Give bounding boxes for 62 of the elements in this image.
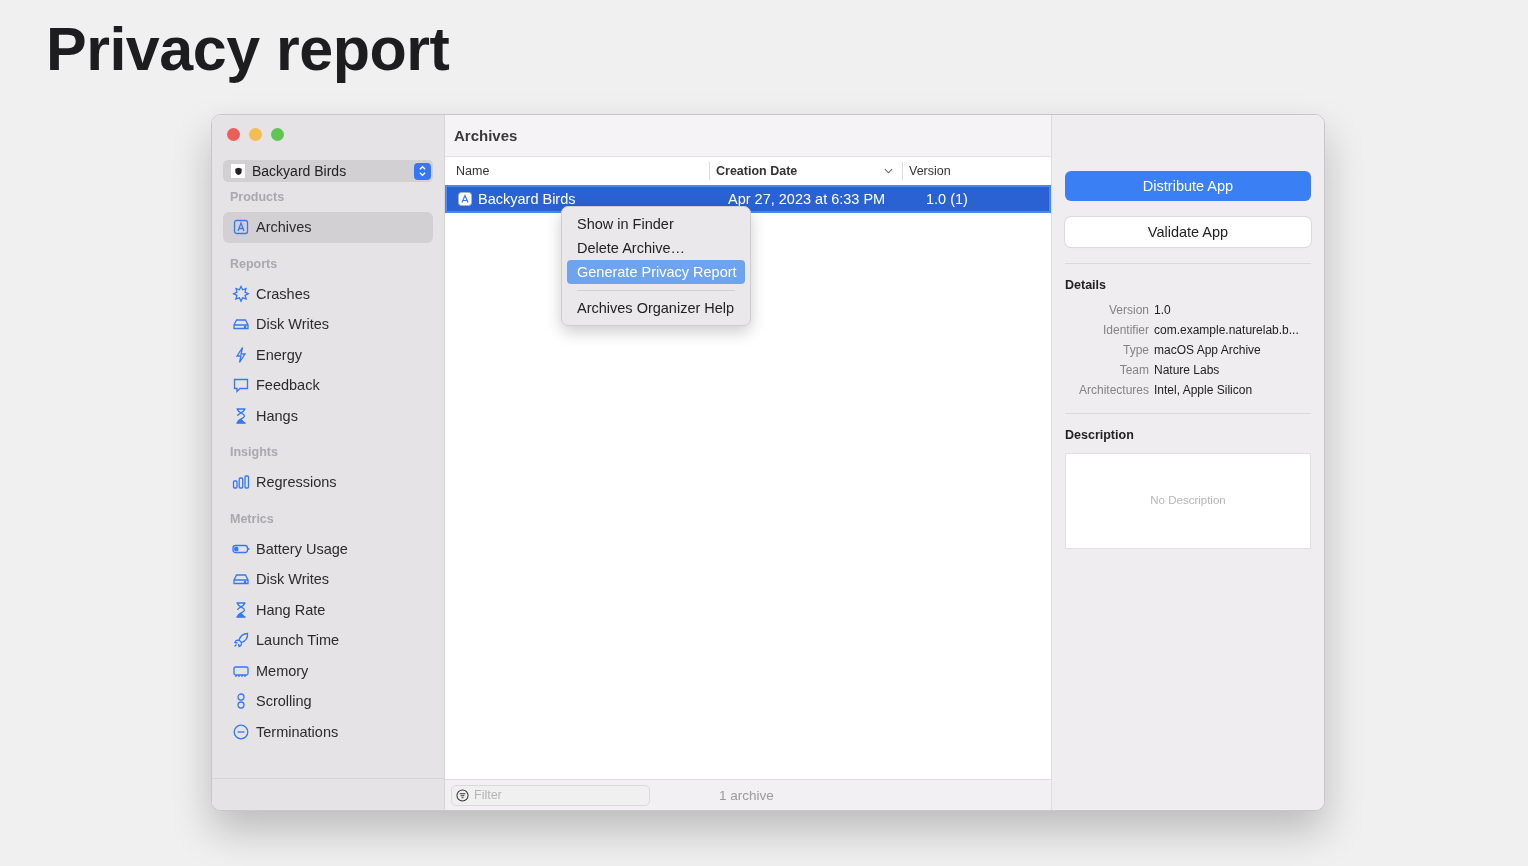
sidebar-item[interactable]: Archives (223, 212, 433, 243)
section-heading: Products (229, 189, 286, 206)
bars-icon (232, 473, 250, 492)
shield-icon (231, 164, 245, 178)
app-icon (458, 192, 472, 206)
detail-value: 1.0 (1154, 303, 1172, 317)
section-heading: Metrics (229, 510, 275, 528)
details-heading: Details (1065, 278, 1107, 292)
detail-value: Nature Labs (1154, 363, 1221, 377)
action-button[interactable]: Distribute App (1065, 171, 1311, 201)
sidebar-item[interactable]: Energy (223, 339, 433, 370)
archive-row[interactable]: Backyard Birds Apr 27, 2023 at 6:33 PM 1.0 (1) (447, 187, 1049, 211)
detail-value: com.example.naturelab.b... (1154, 323, 1300, 337)
sidebar-item[interactable]: Scrolling (223, 686, 433, 717)
detail-label: Identifier (1101, 323, 1149, 337)
crash-icon (232, 284, 250, 303)
column-header[interactable]: Creation Date (709, 162, 902, 180)
minimize-button[interactable] (249, 128, 262, 141)
sidebar-item[interactable]: Disk Writes (223, 309, 433, 340)
sidebar-item[interactable]: Crashes (223, 278, 433, 309)
row-version: 1.0 (1) (925, 191, 969, 207)
sidebar-item[interactable]: Regressions (223, 467, 433, 498)
archive-icon (232, 218, 250, 237)
archive-count: 1 archive (719, 787, 774, 803)
section-heading: Reports (229, 255, 279, 273)
page-title: Privacy report (46, 14, 450, 84)
menu-item[interactable]: Delete Archive… (567, 236, 745, 260)
sidebar-item[interactable]: Memory (223, 655, 433, 686)
sidebar-item[interactable]: Feedback (223, 370, 433, 401)
menu-item[interactable]: Show in Finder (567, 212, 745, 236)
column-header[interactable]: Version (902, 162, 1051, 180)
section-heading: Insights (229, 444, 279, 461)
detail-label: Version (1107, 303, 1149, 317)
filter-icon (456, 788, 469, 802)
scheme-picker[interactable]: Backyard Birds (223, 160, 433, 182)
stepper-icon (414, 162, 431, 180)
bubble-icon (232, 376, 250, 395)
action-button[interactable]: Validate App (1065, 217, 1311, 247)
content-title: Archives (445, 115, 1051, 157)
description-field[interactable]: No Description (1065, 453, 1311, 549)
sidebar-item[interactable]: Disk Writes (223, 564, 433, 595)
detail-label: Team (1118, 363, 1149, 377)
chevron-icon (884, 168, 893, 174)
detail-value: Intel, Apple Silicon (1154, 383, 1254, 397)
sidebar-item[interactable]: Terminations (223, 716, 433, 747)
zoom-button[interactable] (271, 128, 284, 141)
sidebar-item[interactable]: Hang Rate (223, 594, 433, 625)
sidebar-item[interactable]: Battery Usage (223, 533, 433, 564)
close-button[interactable] (227, 128, 240, 141)
row-name: Backyard Birds (478, 191, 576, 207)
column-header[interactable]: Name (445, 162, 709, 180)
sidebar-item[interactable]: Hangs (223, 400, 433, 431)
detail-value: macOS App Archive (1154, 343, 1262, 357)
sidebar-item[interactable]: Launch Time (223, 625, 433, 656)
row-date: Apr 27, 2023 at 6:33 PM (727, 191, 887, 207)
detail-label: Architectures (1077, 383, 1149, 397)
minus-icon (232, 722, 250, 741)
rocket-icon (232, 631, 250, 650)
detail-label: Type (1122, 343, 1149, 357)
description-heading: Description (1065, 428, 1135, 442)
filter-field[interactable]: Filter (451, 784, 650, 806)
menu-item[interactable]: Archives Organizer Help (567, 296, 745, 320)
